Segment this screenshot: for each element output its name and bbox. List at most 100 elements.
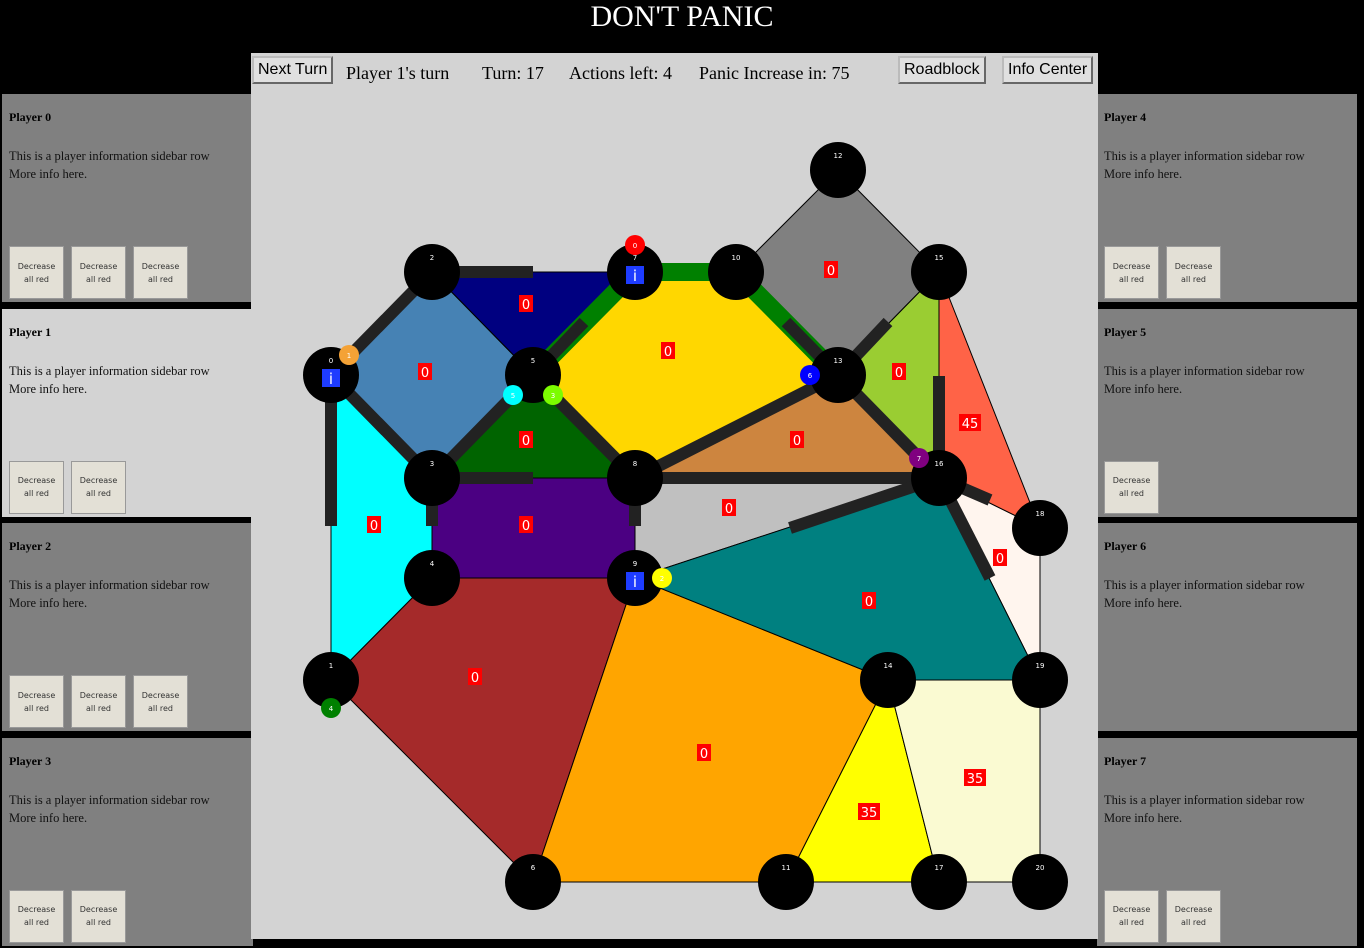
decrease-buttons: Decrease all red Decrease all red: [9, 460, 126, 514]
decrease-all-red-button[interactable]: Decrease all red: [9, 675, 64, 728]
pawn-label: 5: [511, 392, 515, 400]
board-node[interactable]: [758, 854, 814, 910]
pawn-label: 7: [917, 455, 921, 463]
board-node[interactable]: [810, 142, 866, 198]
node-label: 18: [1036, 510, 1045, 518]
pawn-label: 6: [808, 372, 813, 380]
player-info-text: This is a player information sidebar row: [1104, 363, 1305, 378]
decrease-all-red-button[interactable]: Decrease all red: [71, 889, 126, 943]
decrease-all-red-button[interactable]: Decrease all red: [1166, 246, 1221, 299]
info-glyph: i: [633, 267, 637, 285]
game-title: DON'T PANIC: [590, 0, 774, 33]
node-label: 1: [329, 662, 333, 670]
panic-value: 0: [522, 519, 530, 534]
node-label: 0: [329, 357, 333, 365]
decrease-all-red-button[interactable]: Decrease all red: [1104, 889, 1159, 943]
board-node[interactable]: [404, 550, 460, 606]
pawn-label: 1: [347, 352, 351, 360]
player-more-info: More info here.: [9, 167, 88, 181]
player-name: Player 0: [9, 110, 52, 124]
panic-value: 35: [967, 772, 984, 787]
panic-value: 0: [996, 552, 1004, 567]
player-row-7: Player 7 This is a player information sid…: [1097, 737, 1357, 946]
decrease-all-red-button[interactable]: Decrease all red: [71, 460, 126, 514]
node-label: 3: [430, 460, 434, 468]
player-info: This is a player information sidebar row…: [1104, 147, 1324, 183]
info-glyph: i: [633, 573, 637, 591]
panic-value: 0: [522, 298, 530, 313]
player-more-info: More info here.: [9, 596, 88, 610]
pawn-label: 3: [551, 392, 555, 400]
board-node[interactable]: [860, 652, 916, 708]
decrease-all-red-button[interactable]: Decrease all red: [1104, 246, 1159, 299]
node-label: 12: [834, 152, 843, 160]
player-more-info: More info here.: [1104, 810, 1183, 825]
player-name: Player 3: [9, 753, 52, 768]
decrease-all-red-button[interactable]: Decrease all red: [133, 246, 188, 299]
player-row-6: Player 6 This is a player information sid…: [1097, 523, 1357, 731]
player-row-1: Player 1 This is a player information sid…: [2, 308, 253, 517]
node-label: 16: [935, 460, 944, 468]
decrease-all-red-button[interactable]: Decrease all red: [1104, 460, 1159, 514]
panic-value: 0: [865, 595, 873, 610]
panic-value: 0: [522, 434, 530, 449]
node-label: 20: [1036, 864, 1045, 872]
decrease-buttons: Decrease all red: [1104, 460, 1159, 514]
decrease-all-red-button[interactable]: Decrease all red: [9, 460, 64, 514]
board-node[interactable]: [911, 854, 967, 910]
player-name: Player 7: [1104, 753, 1147, 768]
node-label: 6: [531, 864, 536, 872]
player-info: This is a player information sidebar row…: [9, 791, 229, 827]
player-row-2: Player 2 This is a player information sid…: [2, 523, 253, 731]
player-name: Player 1: [9, 324, 52, 339]
player-more-info: More info here.: [1104, 381, 1183, 396]
decrease-all-red-button[interactable]: Decrease all red: [133, 675, 188, 728]
player-row-4: Player 4 This is a player information sid…: [1097, 94, 1357, 302]
decrease-all-red-button[interactable]: Decrease all red: [1166, 889, 1221, 943]
node-label: 11: [782, 864, 791, 872]
board-node[interactable]: [1012, 652, 1068, 708]
decrease-all-red-button[interactable]: Decrease all red: [71, 246, 126, 299]
zone-area[interactable]: [431, 477, 636, 579]
game-board: 00000450 00 00000035350i1234567i89i1011121…: [303, 142, 1068, 910]
panic-value: 0: [370, 519, 378, 534]
board-node[interactable]: [911, 244, 967, 300]
panic-value: 0: [471, 671, 479, 686]
pawn-label: 4: [329, 705, 334, 713]
player-info: This is a player information sidebar row…: [9, 362, 229, 398]
player-more-info: More info here.: [1104, 596, 1183, 610]
player-row-5: Player 5 This is a player information sid…: [1097, 308, 1357, 517]
player-info: This is a player information sidebar row…: [1104, 576, 1324, 612]
board-node[interactable]: [708, 244, 764, 300]
board-node[interactable]: [404, 244, 460, 300]
board-node[interactable]: [607, 450, 663, 506]
decrease-all-red-button[interactable]: Decrease all red: [9, 246, 64, 299]
panic-value: 0: [700, 747, 708, 762]
board-node[interactable]: [505, 854, 561, 910]
node-label: 9: [633, 560, 637, 568]
player-info-text: This is a player information sidebar row: [9, 792, 210, 807]
player-info-text: This is a player information sidebar row: [1104, 149, 1305, 163]
player-row-3: Player 3 This is a player information sid…: [2, 737, 253, 946]
board-node[interactable]: [1012, 500, 1068, 556]
pawn-label: 2: [660, 575, 664, 583]
board-node[interactable]: [404, 450, 460, 506]
panic-value: 45: [962, 417, 979, 432]
node-label: 10: [732, 254, 741, 262]
player-info: This is a player information sidebar row…: [9, 576, 229, 612]
node-label: 13: [834, 357, 843, 365]
player-row-0: Player 0 This is a player information sid…: [2, 94, 253, 302]
panic-value: 35: [861, 806, 878, 821]
node-label: 2: [430, 254, 434, 262]
panic-value: 0: [895, 366, 903, 381]
decrease-all-red-button[interactable]: Decrease all red: [71, 675, 126, 728]
board-node[interactable]: [1012, 854, 1068, 910]
player-info: This is a player information sidebar row…: [9, 147, 229, 183]
panic-value: 0: [827, 264, 835, 279]
player-info-text: This is a player information sidebar row: [9, 578, 210, 592]
player-name: Player 5: [1104, 324, 1147, 339]
player-info-text: This is a player information sidebar row: [9, 363, 210, 378]
decrease-all-red-button[interactable]: Decrease all red: [9, 889, 64, 943]
player-info: This is a player information sidebar row…: [1104, 791, 1324, 827]
node-label: 17: [935, 864, 944, 872]
